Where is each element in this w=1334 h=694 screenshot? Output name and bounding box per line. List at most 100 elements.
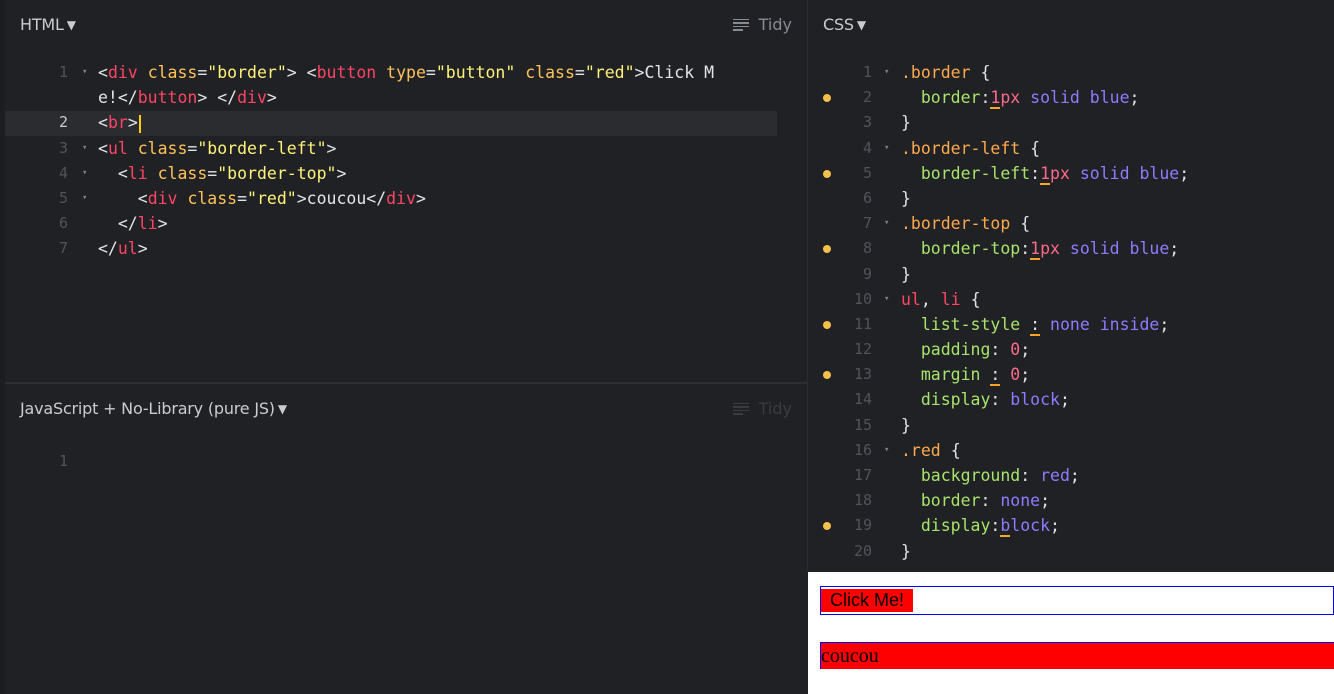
chevron-down-icon: ▼ [856, 18, 866, 32]
tidy-button[interactable]: Tidy [732, 15, 792, 34]
lint-warning-icon[interactable] [823, 169, 831, 178]
line-number: 2 [862, 88, 872, 107]
line-number: 4 [58, 163, 68, 182]
code-line[interactable]: 18 border: none; [808, 488, 1334, 513]
css-panel-title-label: CSS [823, 15, 854, 34]
code-line[interactable]: 8 border-top:1px solid blue; [808, 236, 1334, 261]
line-number: 13 [853, 365, 872, 384]
code-line[interactable]: 2 <br> [5, 110, 795, 135]
tidy-label: Tidy [758, 399, 792, 418]
code-line[interactable]: 4 ▾ <li class="border-top"> [5, 161, 795, 186]
fold-toggle-icon[interactable]: ▾ [82, 60, 87, 85]
code-text: <ul class="border-left"> [98, 138, 337, 158]
lint-warning-icon[interactable] [823, 320, 831, 329]
code-line[interactable]: 1 ▾ <div class="border"> <button type="but… [5, 60, 795, 85]
fold-toggle-icon[interactable]: ▾ [82, 136, 87, 161]
code-line[interactable]: 19 display:block; [808, 513, 1334, 538]
line-number: 1 [862, 63, 872, 81]
tidy-label: Tidy [758, 15, 792, 34]
code-text: display: block; [920, 390, 1070, 410]
line-number: 12 [853, 340, 872, 359]
code-line[interactable]: 15} [808, 413, 1334, 438]
line-number: 6 [862, 188, 872, 207]
code-line[interactable]: 7 ▾ .border-top { [808, 211, 1334, 236]
code-line[interactable]: 3 ▾ <ul class="border-left"> [5, 136, 795, 161]
code-text: <div class="border"> <button type="butto… [98, 63, 715, 82]
lint-warning-icon[interactable] [823, 94, 831, 103]
result-red-div: coucou [821, 643, 1334, 669]
css-panel-title[interactable]: CSS ▼ [823, 15, 866, 34]
fold-toggle-icon[interactable]: ▾ [884, 60, 889, 85]
code-text: .border-top { [901, 214, 1031, 234]
line-number: 5 [58, 188, 68, 207]
line-number: 18 [853, 491, 872, 510]
code-text: } [901, 113, 911, 133]
code-line[interactable]: 11 list-style : none inside; [808, 312, 1334, 337]
line-number: 3 [58, 138, 68, 157]
lint-warning-icon[interactable] [823, 245, 831, 254]
code-line[interactable]: 5 border-left:1px solid blue; [808, 161, 1334, 186]
code-line[interactable]: e!</button> </div> [5, 85, 795, 110]
tidy-icon [732, 401, 749, 417]
code-line[interactable]: 9} [808, 262, 1334, 287]
code-line[interactable]: 10 ▾ ul, li { [808, 287, 1334, 312]
line-number: 7 [862, 214, 872, 233]
code-text: border: none; [920, 491, 1051, 511]
code-line[interactable]: 16 ▾ .red { [808, 438, 1334, 463]
line-number: 8 [862, 239, 872, 258]
code-text: </ul> [98, 239, 148, 259]
line-number: 19 [853, 516, 872, 535]
code-text: <br> [98, 110, 141, 135]
code-line[interactable]: 1 ▾ .border { [808, 60, 1334, 85]
code-text: margin : 0; [920, 365, 1031, 387]
code-line[interactable]: 2 border:1px solid blue; [808, 85, 1334, 110]
js-editor-panel: JavaScript + No-Library (pure JS) ▼ Tidy … [5, 384, 807, 694]
result-border-left-list: coucou [820, 642, 1334, 669]
code-line[interactable]: 14 display: block; [808, 387, 1334, 412]
code-text: display:block; [920, 516, 1060, 538]
code-text: .border-left { [901, 138, 1041, 158]
html-code-editor[interactable]: 1 ▾ <div class="border"> <button type="but… [5, 60, 795, 262]
lint-warning-icon[interactable] [823, 522, 831, 531]
code-line[interactable]: 12 padding: 0; [808, 337, 1334, 362]
fold-toggle-icon[interactable]: ▾ [884, 136, 889, 161]
code-text: border:1px solid blue; [920, 88, 1140, 110]
code-line[interactable]: 13 margin : 0; [808, 362, 1334, 387]
fold-toggle-icon[interactable]: ▾ [82, 186, 87, 211]
lint-warning-icon[interactable] [823, 371, 831, 380]
code-line[interactable]: 6 </li> [5, 211, 795, 236]
line-number: 6 [58, 214, 68, 233]
html-panel-title[interactable]: HTML ▼ [20, 15, 76, 34]
js-code-editor[interactable]: 1 [5, 449, 795, 474]
css-code-editor[interactable]: 1 ▾ .border {2 border:1px solid blue; 3} 4 ▾.… [808, 60, 1334, 564]
tidy-button[interactable]: Tidy [732, 399, 792, 418]
line-number: 1 [58, 63, 68, 81]
code-line[interactable]: 5 ▾ <div class="red">coucou</div> [5, 186, 795, 211]
code-text: .red { [901, 440, 961, 460]
tidy-icon [732, 17, 749, 33]
code-text: </li> [117, 214, 168, 234]
click-me-button[interactable]: Click Me! [821, 589, 914, 612]
chevron-down-icon: ▼ [66, 18, 76, 32]
fold-toggle-icon[interactable]: ▾ [884, 438, 889, 463]
fold-toggle-icon[interactable]: ▾ [82, 161, 87, 186]
code-line[interactable]: 17 background: red; [808, 463, 1334, 488]
code-line[interactable]: 1 [5, 449, 795, 474]
fold-toggle-icon[interactable]: ▾ [884, 211, 889, 236]
code-line[interactable]: 6} [808, 186, 1334, 211]
code-line[interactable]: 3} [808, 110, 1334, 135]
code-line[interactable]: 20} [808, 539, 1334, 564]
result-preview-panel: Click Me! coucou [808, 572, 1334, 694]
code-line[interactable]: 4 ▾ .border-left { [808, 136, 1334, 161]
code-text: e!</button> </div> [98, 88, 277, 108]
line-number: 1 [58, 452, 68, 470]
code-line[interactable]: 7 </ul> [5, 236, 795, 261]
js-panel-title[interactable]: JavaScript + No-Library (pure JS) ▼ [20, 399, 287, 418]
code-text: padding: 0; [920, 340, 1031, 360]
line-number: 20 [853, 541, 872, 560]
line-number: 14 [853, 390, 872, 409]
code-text: background: red; [920, 466, 1080, 485]
line-number: 5 [862, 163, 872, 182]
code-text: ul, li { [901, 289, 981, 309]
fold-toggle-icon[interactable]: ▾ [884, 287, 889, 312]
